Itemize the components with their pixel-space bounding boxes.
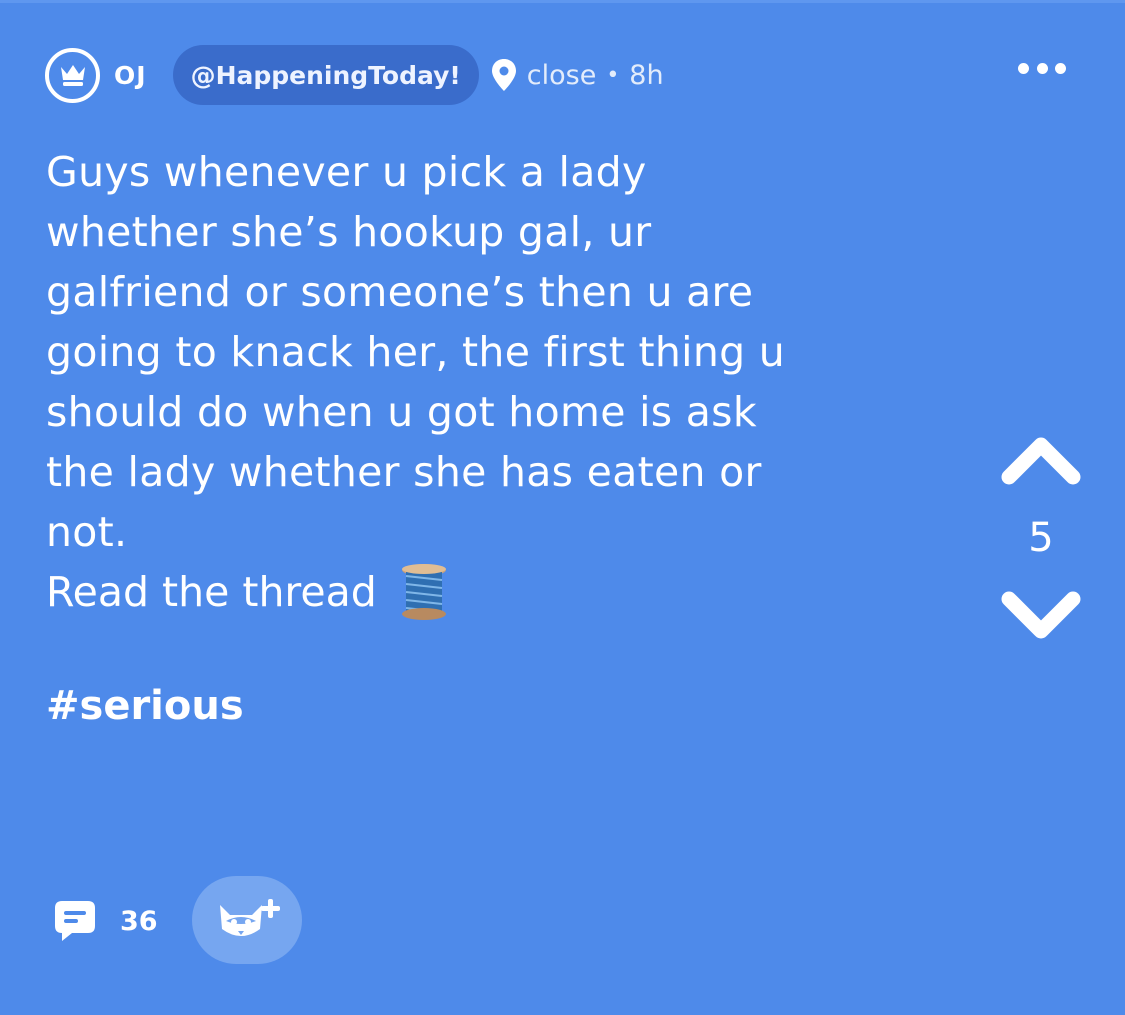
time-ago: 8h xyxy=(629,59,664,91)
channel-tag[interactable]: @HappeningToday! xyxy=(172,45,479,105)
meta-separator: • xyxy=(606,62,620,88)
comment-count: 36 xyxy=(120,905,158,937)
ellipsis-icon[interactable] xyxy=(1018,56,1066,80)
chevron-up-icon[interactable] xyxy=(1000,434,1082,486)
ellipsis-dot xyxy=(1036,62,1048,74)
fox-plus-icon xyxy=(220,899,280,936)
top-edge xyxy=(0,0,1125,3)
comment-bubble-icon xyxy=(55,901,95,941)
follow-button[interactable] xyxy=(192,876,302,964)
post-header: OJ @HappeningToday! close • 8h xyxy=(45,44,664,106)
channel-label: @HappeningToday! xyxy=(190,60,461,90)
vote-count: 5 xyxy=(1028,515,1054,561)
hashtag-link[interactable]: #serious xyxy=(46,683,244,729)
comments-button[interactable]: 36 xyxy=(52,898,158,944)
ellipsis-dot xyxy=(1018,62,1029,74)
map-pin-icon xyxy=(491,59,516,91)
thread-line: Read the thread xyxy=(46,562,449,622)
chevron-down-icon[interactable] xyxy=(1000,590,1082,642)
thread-text: Read the thread xyxy=(46,568,377,616)
crown-icon[interactable] xyxy=(45,47,100,103)
location-label: close xyxy=(526,59,597,91)
post-text: Guys whenever u pick a lady whether she’… xyxy=(46,148,786,556)
post-meta: close • 8h xyxy=(491,58,664,92)
ellipsis-dot xyxy=(1055,62,1066,74)
spool-of-thread-icon xyxy=(401,564,446,620)
author-name[interactable]: OJ xyxy=(114,61,147,90)
